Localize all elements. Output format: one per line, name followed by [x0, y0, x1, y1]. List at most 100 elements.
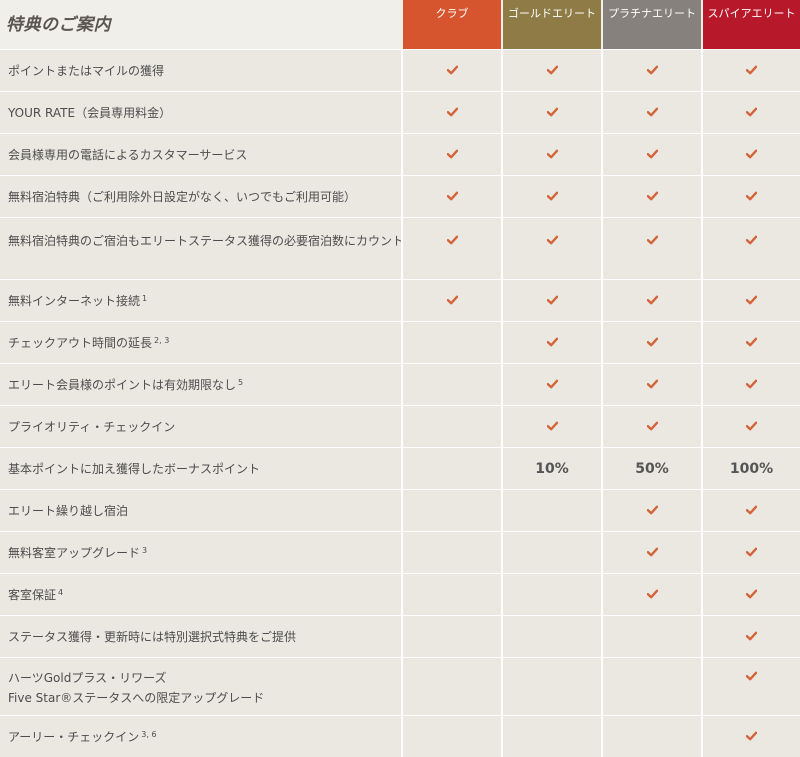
cell-platinum: [601, 175, 701, 217]
checkmark-icon: [546, 337, 558, 346]
table-row: チェックアウト時間の延長 2, 3: [0, 321, 800, 363]
cell-platinum: [601, 615, 701, 657]
cell-gold: [501, 217, 601, 279]
cell-spire: [701, 405, 800, 447]
checkmark-icon: [746, 421, 757, 430]
benefit-label-text-line2: Five Star®ステータスへの限定アップグレード: [8, 691, 265, 705]
cell-club: [401, 405, 501, 447]
table-row: ステータス獲得・更新時には特別選択式特典をご提供: [0, 615, 800, 657]
checkmark-icon: [746, 589, 757, 598]
cell-spire: [701, 489, 800, 531]
cell-club: [401, 91, 501, 133]
cell-club: [401, 363, 501, 405]
checkmark-icon: [746, 235, 757, 245]
cell-spire: [701, 217, 800, 279]
cell-gold: [501, 321, 601, 363]
benefit-label: ポイントまたはマイルの獲得: [0, 49, 401, 91]
cell-club: [401, 657, 501, 715]
checkmark-icon: [446, 235, 458, 245]
cell-platinum: [601, 279, 701, 321]
benefit-label-text: ステータス獲得・更新時には特別選択式特典をご提供: [8, 630, 297, 644]
cell-club: [401, 175, 501, 217]
cell-spire: [701, 363, 800, 405]
cell-platinum: [601, 489, 701, 531]
benefit-label: ハーツGoldプラス・リワーズ Five Star®ステータスへの限定アップグレー…: [0, 657, 401, 715]
cell-club: [401, 615, 501, 657]
benefit-label-text: 無料インターネット接続: [8, 294, 141, 308]
cell-club: [401, 321, 501, 363]
cell-gold: [501, 175, 601, 217]
cell-platinum: [601, 531, 701, 573]
table-row: 無料客室アップグレード 3: [0, 531, 800, 573]
benefit-label-text: 無料宿泊特典のご宿泊もエリートステータス獲得の必要宿泊数にカウント: [8, 234, 401, 248]
tier-header-spire: スパイアエリート: [701, 0, 800, 49]
checkmark-icon: [646, 505, 658, 514]
footnote-marker: 5: [238, 378, 244, 387]
footnote-marker: 2, 3: [154, 336, 170, 345]
cell-club: [401, 489, 501, 531]
cell-spire: [701, 91, 800, 133]
checkmark-icon: [646, 589, 658, 598]
cell-club: [401, 49, 501, 91]
cell-platinum: [601, 715, 701, 757]
cell-platinum: [601, 217, 701, 279]
checkmark-icon: [746, 547, 757, 556]
checkmark-icon: [446, 295, 458, 304]
footnote-marker: 4: [58, 588, 64, 597]
benefit-label-text: 無料客室アップグレード: [8, 546, 141, 560]
table-row: YOUR RATE（会員専用料金）: [0, 91, 800, 133]
checkmark-icon: [746, 149, 757, 158]
cell-platinum: [601, 133, 701, 175]
checkmark-icon: [446, 191, 458, 200]
checkmark-icon: [746, 107, 757, 116]
cell-gold: [501, 405, 601, 447]
table-row: 基本ポイントに加え獲得したボーナスポイント 10% 50% 100%: [0, 447, 800, 489]
cell-platinum: [601, 321, 701, 363]
cell-spire: [701, 279, 800, 321]
cell-platinum: 50%: [601, 447, 701, 489]
checkmark-icon: [446, 65, 458, 74]
benefit-label: 無料宿泊特典（ご利用除外日設定がなく、いつでもご利用可能）: [0, 175, 401, 217]
benefit-label: ステータス獲得・更新時には特別選択式特典をご提供: [0, 615, 401, 657]
checkmark-icon: [746, 379, 757, 388]
table-row: エリート繰り越し宿泊: [0, 489, 800, 531]
benefit-label-text: アーリー・チェックイン: [8, 730, 140, 744]
cell-platinum: [601, 49, 701, 91]
benefit-label: 基本ポイントに加え獲得したボーナスポイント: [0, 447, 401, 489]
benefit-label-text: 客室保証: [8, 588, 57, 602]
cell-gold: [501, 573, 601, 615]
checkmark-icon: [646, 149, 658, 158]
checkmark-icon: [646, 421, 658, 430]
benefit-label-text: YOUR RATE（会員専用料金）: [8, 106, 172, 120]
checkmark-icon: [646, 107, 658, 116]
checkmark-icon: [646, 337, 658, 346]
cell-club: [401, 573, 501, 615]
cell-spire: [701, 615, 800, 657]
benefit-label-text: チェックアウト時間の延長: [8, 336, 153, 350]
checkmark-icon: [446, 107, 458, 116]
benefit-label: 無料客室アップグレード 3: [0, 531, 401, 573]
benefit-label-text: エリート繰り越し宿泊: [8, 504, 129, 518]
cell-platinum: [601, 91, 701, 133]
table-row: プライオリティ・チェックイン: [0, 405, 800, 447]
cell-spire: [701, 49, 800, 91]
tier-header-club: クラブ: [401, 0, 501, 49]
benefit-label-text: ポイントまたはマイルの獲得: [8, 64, 165, 78]
cell-gold: 10%: [501, 447, 601, 489]
header-row: 特典のご案内 クラブ ゴールドエリート プラチナエリート スパイアエリート: [0, 0, 800, 49]
benefit-label-text: ハーツGoldプラス・リワーズ: [8, 671, 167, 685]
cell-spire: [701, 133, 800, 175]
checkmark-icon: [746, 337, 757, 346]
cell-club: [401, 217, 501, 279]
cell-gold: [501, 279, 601, 321]
checkmark-icon: [546, 191, 558, 200]
cell-gold: [501, 489, 601, 531]
table-row: 無料インターネット接続 1: [0, 279, 800, 321]
benefit-label: アーリー・チェックイン 3, 6: [0, 715, 401, 757]
cell-club: [401, 279, 501, 321]
checkmark-icon: [746, 505, 757, 514]
benefit-label: 客室保証 4: [0, 573, 401, 615]
table-row: 無料宿泊特典（ご利用除外日設定がなく、いつでもご利用可能）: [0, 175, 800, 217]
benefit-label: YOUR RATE（会員専用料金）: [0, 91, 401, 133]
cell-gold: [501, 615, 601, 657]
